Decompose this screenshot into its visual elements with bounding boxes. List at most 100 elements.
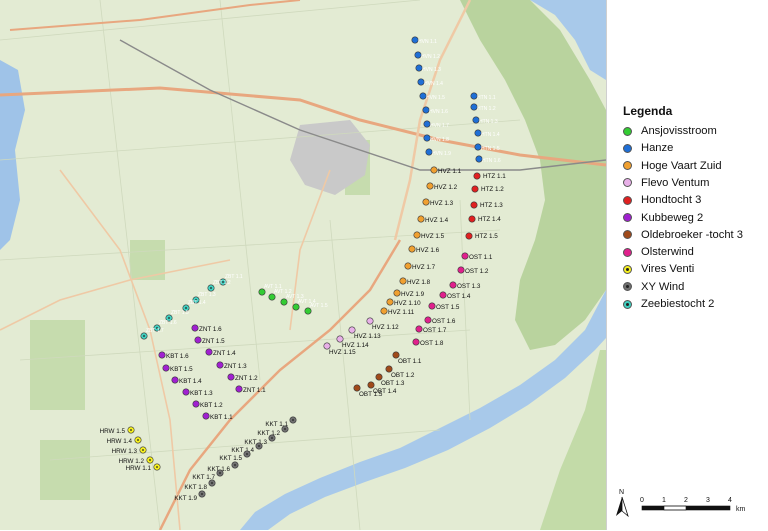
turbine-label: HVN 1.1: [418, 39, 437, 45]
turbine-point: [191, 324, 199, 332]
turbine-label: HVZ 1.6: [416, 247, 440, 254]
turbine-point-center: [271, 437, 273, 439]
turbine-symbol-icon: [623, 230, 632, 240]
turbine-point-center: [201, 493, 203, 495]
turbine-point: [465, 232, 473, 240]
turbine-label: HVZ 1.7: [412, 264, 436, 271]
turbine-label: HVZ 1.3: [430, 200, 454, 207]
turbine-label: KKT 1.5: [219, 455, 242, 462]
turbine-label: HVN 1.3: [422, 67, 441, 73]
turbine-label: OST 1.5: [436, 304, 460, 311]
turbine-marker: HTZ 1.4: [468, 215, 501, 223]
turbine-label: HRW 1.5: [100, 428, 126, 435]
turbine-symbol-icon: [623, 195, 632, 205]
turbine-point-center: [292, 419, 294, 421]
turbine-symbol-icon: [623, 282, 632, 292]
scale-tick-label: 2: [684, 497, 688, 504]
scale-bar: [641, 505, 731, 511]
turbine-point: [412, 338, 420, 346]
turbine-label: OST 1.1: [469, 254, 493, 261]
turbine-label: HVZ 1.13: [354, 333, 381, 340]
turbine-point-center: [168, 317, 170, 319]
turbine-symbol-icon: [623, 264, 632, 274]
legend-item: Hanze: [623, 141, 673, 155]
turbine-label: HTN 1.1: [477, 95, 496, 101]
turbine-label: OST 1.4: [447, 293, 471, 300]
turbine-point: [192, 400, 200, 408]
turbine-label: OBT 1.3: [381, 380, 405, 387]
turbine-point-center: [137, 439, 139, 441]
legend-item-label: Flevo Ventum: [641, 176, 710, 189]
legend-item: Vires Venti: [623, 262, 694, 276]
turbine-label: ZBT 1.5: [171, 310, 189, 316]
turbine-label: OST 1.3: [457, 283, 481, 290]
turbine-label: HVZ 1.9: [401, 291, 425, 298]
turbine-label: HVZ 1.14: [342, 342, 369, 349]
turbine-label: KBT 1.5: [170, 366, 193, 373]
turbine-point: [430, 166, 438, 174]
turbine-point: [408, 245, 416, 253]
turbine-symbol-icon: [623, 213, 632, 222]
turbine-label: HVZ 1.11: [388, 309, 415, 316]
turbine-point: [457, 266, 465, 274]
legend-item: Hoge Vaart Zuid: [623, 159, 722, 173]
turbine-point-center: [246, 453, 248, 455]
turbine-marker: HTZ 1.5: [465, 232, 498, 240]
turbine-point: [449, 281, 457, 289]
turbine-symbol-icon: [623, 126, 632, 136]
scale-tick-label: 4: [728, 497, 732, 504]
legend-item: Flevo Ventum: [623, 176, 709, 190]
turbine-point-center: [185, 307, 187, 309]
turbine-label: HVN 1.7: [430, 123, 449, 129]
turbine-point: [422, 198, 430, 206]
turbine-label: HRW 1.4: [107, 438, 133, 445]
turbine-point: [235, 385, 243, 393]
turbine-point: [468, 215, 476, 223]
turbine-label: HVN 1.4: [424, 81, 443, 87]
turbine-point-center: [234, 464, 236, 466]
turbine-point: [413, 231, 421, 239]
legend-item-label: Kubbeweg 2: [641, 211, 704, 224]
legend-item-label: Hanze: [641, 142, 674, 155]
turbine-label: HVZ 1.1: [438, 168, 462, 175]
turbine-point: [380, 307, 388, 315]
turbine-label: HVN 1.2: [421, 54, 440, 60]
north-arrow-icon: N: [616, 489, 629, 518]
turbine-label: OBT 1.2: [391, 372, 415, 379]
turbine-label: KKT 1.8: [184, 484, 207, 491]
turbine-point: [393, 289, 401, 297]
turbine-point: [415, 325, 423, 333]
turbine-label: HVN 1.8: [430, 137, 449, 143]
turbine-point: [205, 348, 213, 356]
turbine-point: [426, 182, 434, 190]
turbine-label: KBT 1.3: [190, 390, 213, 397]
turbine-point: [386, 298, 394, 306]
turbine-label: ZBT 1.2: [213, 280, 231, 286]
turbine-label: HVZ 1.5: [421, 233, 445, 240]
turbine-point-center: [258, 445, 260, 447]
turbine-label: ZBT 1.4: [188, 300, 206, 306]
map-figure: HVN 1.1 HVN 1.2 HVN 1.3 HVN 1.4 HVN 1.5 HVN 1…: [0, 0, 768, 530]
turbine-marker: HTZ 1.1: [473, 172, 506, 180]
turbine-point: [399, 277, 407, 285]
turbine-point: [424, 316, 432, 324]
turbine-symbol-icon: [623, 299, 632, 309]
turbine-symbol-icon: [623, 161, 632, 171]
forest-patch: [40, 440, 90, 500]
turbine-label: KBT 1.2: [200, 402, 223, 409]
legend-item: Kubbeweg 2: [623, 211, 703, 225]
turbine-label: ZNT 1.6: [199, 326, 222, 333]
base-map: HVN 1.1 HVN 1.2 HVN 1.3 HVN 1.4 HVN 1.5 HVN 1…: [0, 0, 606, 530]
turbine-label: HTZ 1.3: [480, 202, 503, 209]
turbine-label: HVZ 1.2: [434, 184, 458, 191]
turbine-symbol-icon: [623, 178, 632, 188]
turbine-point: [227, 373, 235, 381]
legend-item-label: Hondtocht 3: [641, 194, 702, 207]
turbine-point-center: [149, 459, 151, 461]
legend-title: Legenda: [623, 104, 673, 118]
turbine-label: HTN 1.5: [481, 146, 500, 152]
turbine-label: ZNT 1.2: [235, 375, 258, 382]
legend-item-label: Ansjovisstroom: [641, 125, 717, 137]
turbine-label: OBT 1.5: [359, 391, 383, 398]
legend-item-label: Hoge Vaart Zuid: [641, 159, 722, 172]
